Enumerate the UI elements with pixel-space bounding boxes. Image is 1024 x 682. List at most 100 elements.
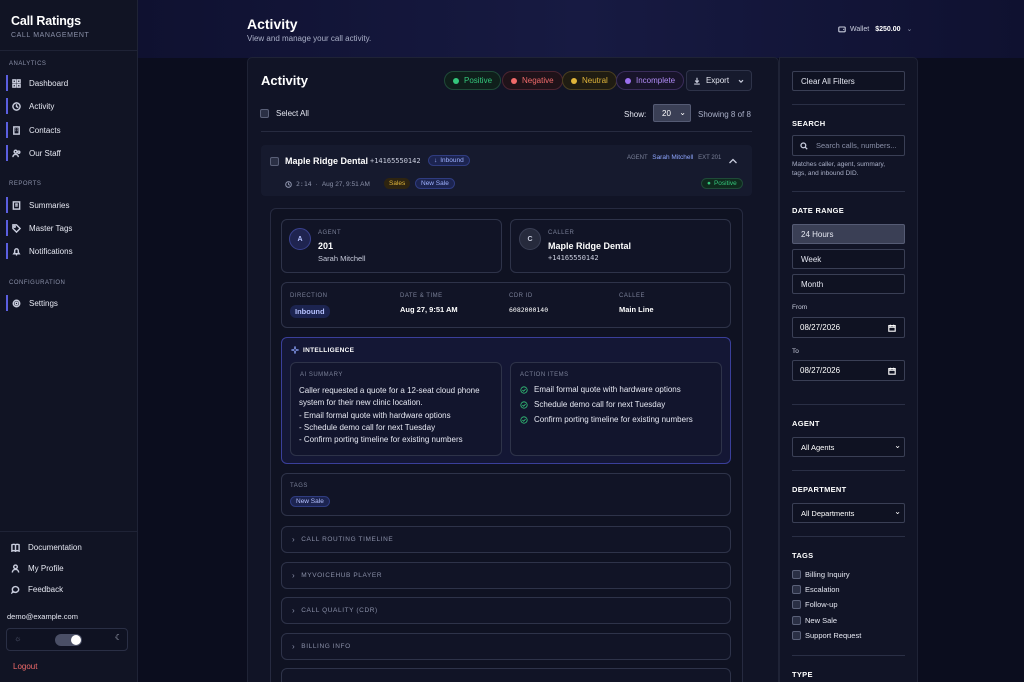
sentiment-label: Positive [713,180,737,187]
sidebar-item-label: Summaries [29,200,70,210]
tag-checkbox[interactable] [792,585,801,594]
tag-option-new-sale[interactable]: New Sale [792,616,837,625]
datetime-label: DATE & TIME [400,293,443,299]
range-24-hours[interactable]: 24 Hours [792,224,905,244]
arrow-down-icon: ↓ [434,157,438,164]
tag-option-escalation[interactable]: Escalation [792,585,840,594]
tag-option-billing-inquiry[interactable]: Billing Inquiry [792,570,850,579]
filter-divider [792,191,905,192]
page-size-select[interactable]: 20 ⌄ [653,104,691,122]
calendar-icon [888,367,896,375]
filter-incomplete[interactable]: Incomplete [616,71,685,90]
tag-option-label: New Sale [805,616,838,625]
sidebar-item-label: Our Staff [29,148,61,158]
summary-line: - Confirm porting timeline for existing … [299,435,463,444]
sidebar-item-notifications[interactable]: Notifications [6,243,132,259]
agent-name: Sarah Mitchell [652,154,694,161]
call-duration: 2:14 [296,180,312,188]
tag-checkbox[interactable] [792,570,801,579]
nav-heading-configuration: CONFIGURATION [9,280,66,286]
range-month[interactable]: Month [792,274,905,294]
documentation-link[interactable]: Documentation [11,543,82,552]
logout-button[interactable]: Logout [13,662,37,671]
agent-label: AGENT [627,155,648,161]
department-select[interactable]: All Departments ⌄ [792,503,905,523]
clear-filters-button[interactable]: Clear All Filters [792,71,905,91]
sidebar-item-settings[interactable]: Settings [6,295,132,311]
user-email: demo@example.com [7,612,78,621]
filter-positive[interactable]: Positive [444,71,502,90]
tag-new-sale: New Sale [290,496,330,507]
positive-dot-icon [453,77,459,84]
tag-checkbox[interactable] [792,616,801,625]
caller-number-value: +14165550142 [548,254,599,262]
section-next[interactable] [281,668,731,682]
sparkle-icon [291,346,299,354]
cdr-value: 6082000140 [509,306,549,314]
agent-select[interactable]: All Agents ⌄ [792,437,905,457]
toggle-knob [71,635,81,645]
datetime-value: Aug 27, 9:51 AM [400,305,458,314]
chevron-up-icon[interactable] [728,157,738,165]
from-date-input[interactable]: 08/27/2026 [792,317,905,338]
sidebar-item-summaries[interactable]: Summaries [6,197,132,213]
section-billing-info[interactable]: › BILLING INFO [281,633,731,660]
tag-option-label: Billing Inquiry [805,570,850,579]
filter-negative[interactable]: Negative [502,71,563,90]
theme-toggle[interactable] [55,634,82,646]
tag-checkbox[interactable] [792,631,801,640]
download-icon [694,77,700,85]
sidebar-item-master-tags[interactable]: Master Tags [6,220,132,236]
my-profile-link[interactable]: My Profile [11,564,64,573]
select-all-checkbox[interactable] [260,109,269,118]
range-week[interactable]: Week [792,249,905,269]
list-divider [261,131,752,132]
sidebar-item-label: Contacts [29,125,61,135]
tag-option-label: Follow-up [805,600,838,609]
to-date-input[interactable]: 08/27/2026 [792,360,905,381]
search-heading: SEARCH [792,119,826,128]
tag-new-sale: New Sale [415,178,455,189]
export-button[interactable]: Export [686,70,752,91]
to-label: To [792,348,799,355]
filter-divider [792,104,905,105]
section-call-quality[interactable]: › CALL QUALITY (CDR) [281,597,731,624]
neutral-dot-icon [571,77,577,84]
sidebar-item-activity[interactable]: Activity [6,98,132,114]
sidebar-item-contacts[interactable]: Contacts [6,122,132,138]
call-datetime: Aug 27, 9:51 AM [321,180,370,188]
section-label: BILLING INFO [301,643,351,650]
caller-section-label: CALLER [548,230,575,236]
call-row-checkbox[interactable] [270,157,279,166]
section-call-routing-timeline[interactable]: › CALL ROUTING TIMELINE [281,526,731,553]
incomplete-dot-icon [625,77,631,84]
direction-badge: ↓ Inbound [428,155,470,166]
feedback-link[interactable]: Feedback [11,585,63,594]
section-myvoicehub-player[interactable]: › MYVOICEHUB PLAYER [281,562,731,589]
wallet-menu[interactable]: Wallet $250.00 ⌄ [838,25,912,33]
nav-heading-analytics: ANALYTICS [9,61,47,67]
sidebar-item-label: Activity [29,101,55,111]
clock-icon [12,101,21,111]
filter-neutral[interactable]: Neutral [562,71,617,90]
sidebar-item-dashboard[interactable]: Dashboard [6,75,132,91]
filter-label: Neutral [582,76,608,85]
page-title: Activity [247,16,298,32]
chevron-down-icon: ⌄ [894,507,901,516]
search-input[interactable]: Search calls, numbers... [792,135,905,156]
summary-line: - Email formal quote with hardware optio… [299,411,451,420]
tag-option-support-request[interactable]: Support Request [792,631,861,640]
select-all[interactable]: Select All [260,109,309,118]
tag-checkbox[interactable] [792,600,801,609]
call-row[interactable] [261,145,752,196]
summary-line: - Schedule demo call for next Tuesday [299,423,436,432]
sidebar-item-our-staff[interactable]: Our Staff [6,145,132,161]
nav-heading-reports: REPORTS [9,181,42,187]
tag-sales: Sales [384,178,411,189]
tag-icon [12,223,21,233]
callee-label: CALLEE [619,293,646,299]
section-label: CALL ROUTING TIMELINE [301,536,394,543]
agent-name-value: Sarah Mitchell [318,254,366,263]
sidebar-item-label: Settings [29,298,58,308]
tag-option-follow-up[interactable]: Follow-up [792,600,838,609]
